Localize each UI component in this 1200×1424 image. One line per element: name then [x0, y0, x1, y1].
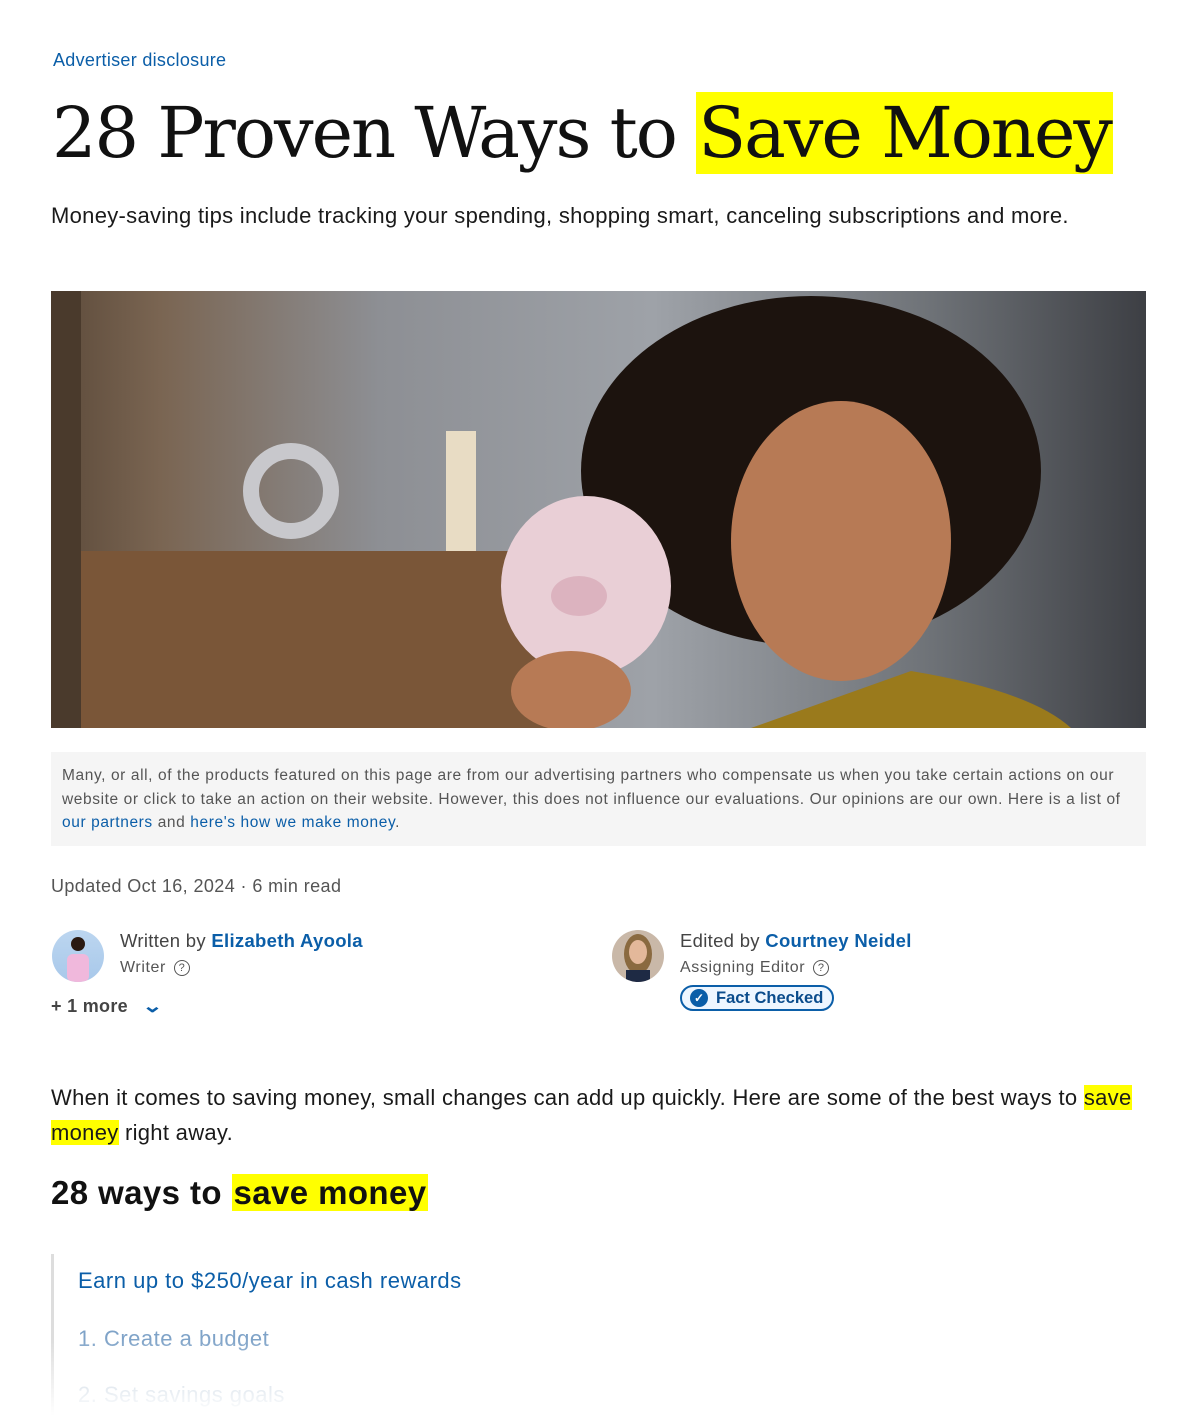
writer-name-link[interactable]: Elizabeth Ayoola	[211, 930, 362, 951]
table-of-contents: Earn up to $250/year in cash rewards 1. …	[51, 1254, 651, 1424]
more-label: + 1 more	[51, 996, 128, 1016]
our-partners-link[interactable]: our partners	[62, 814, 153, 831]
heading-highlight: save money	[231, 1174, 429, 1211]
toc-item-cash-rewards[interactable]: Earn up to $250/year in cash rewards	[78, 1268, 462, 1294]
how-we-make-money-link[interactable]: here's how we make money	[190, 814, 395, 831]
writer-line: Written by Elizabeth Ayoola	[120, 930, 363, 952]
subtitle: Money-saving tips include tracking your …	[51, 203, 1069, 228]
writer-avatar	[52, 930, 104, 982]
chevron-down-icon: ⌄	[142, 996, 164, 1016]
page-title: 28 Proven Ways to Save Money	[52, 86, 1113, 180]
editor-role: Assigning Editor?	[680, 959, 830, 977]
edited-by-label: Edited by	[680, 930, 766, 951]
help-icon[interactable]: ?	[173, 960, 190, 976]
editor-role-label: Assigning Editor	[680, 959, 806, 976]
fact-checked-badge[interactable]: ✓ Fact Checked	[680, 985, 835, 1011]
section-heading: 28 ways to save money	[51, 1174, 429, 1212]
notice-text: Many, or all, of the products featured o…	[62, 767, 1121, 808]
notice-text-end: .	[395, 814, 401, 831]
notice-text-mid: and	[152, 814, 191, 831]
editor-name-link[interactable]: Courtney Neidel	[765, 930, 911, 951]
writer-role-label: Writer	[120, 959, 166, 976]
editor-line: Edited by Courtney Neidel	[680, 930, 912, 952]
updated-meta: Updated Oct 16, 2024 · 6 min read	[51, 876, 342, 896]
help-icon[interactable]: ?	[813, 960, 830, 976]
hero-image	[51, 291, 1146, 728]
intro-paragraph: When it comes to saving money, small cha…	[51, 1080, 1141, 1150]
heading-plain: 28 ways to	[51, 1174, 232, 1211]
intro-text: When it comes to saving money, small cha…	[51, 1085, 1084, 1110]
toc-item-create-budget[interactable]: 1. Create a budget	[78, 1326, 269, 1352]
fact-checked-label: Fact Checked	[716, 988, 824, 1007]
advertiser-disclosure-link[interactable]: Advertiser disclosure	[53, 50, 226, 71]
title-plain: 28 Proven Ways to	[52, 92, 697, 174]
editor-avatar	[612, 930, 664, 982]
writer-role: Writer?	[120, 959, 190, 977]
intro-text-end: right away.	[118, 1120, 234, 1145]
title-highlight: Save Money	[696, 92, 1113, 174]
more-authors-toggle[interactable]: + 1 more ⌄	[51, 996, 164, 1017]
check-circle-icon: ✓	[690, 989, 708, 1007]
advertising-notice: Many, or all, of the products featured o…	[51, 752, 1146, 846]
written-by-label: Written by	[120, 930, 212, 951]
toc-item-savings-goals[interactable]: 2. Set savings goals	[78, 1382, 285, 1408]
